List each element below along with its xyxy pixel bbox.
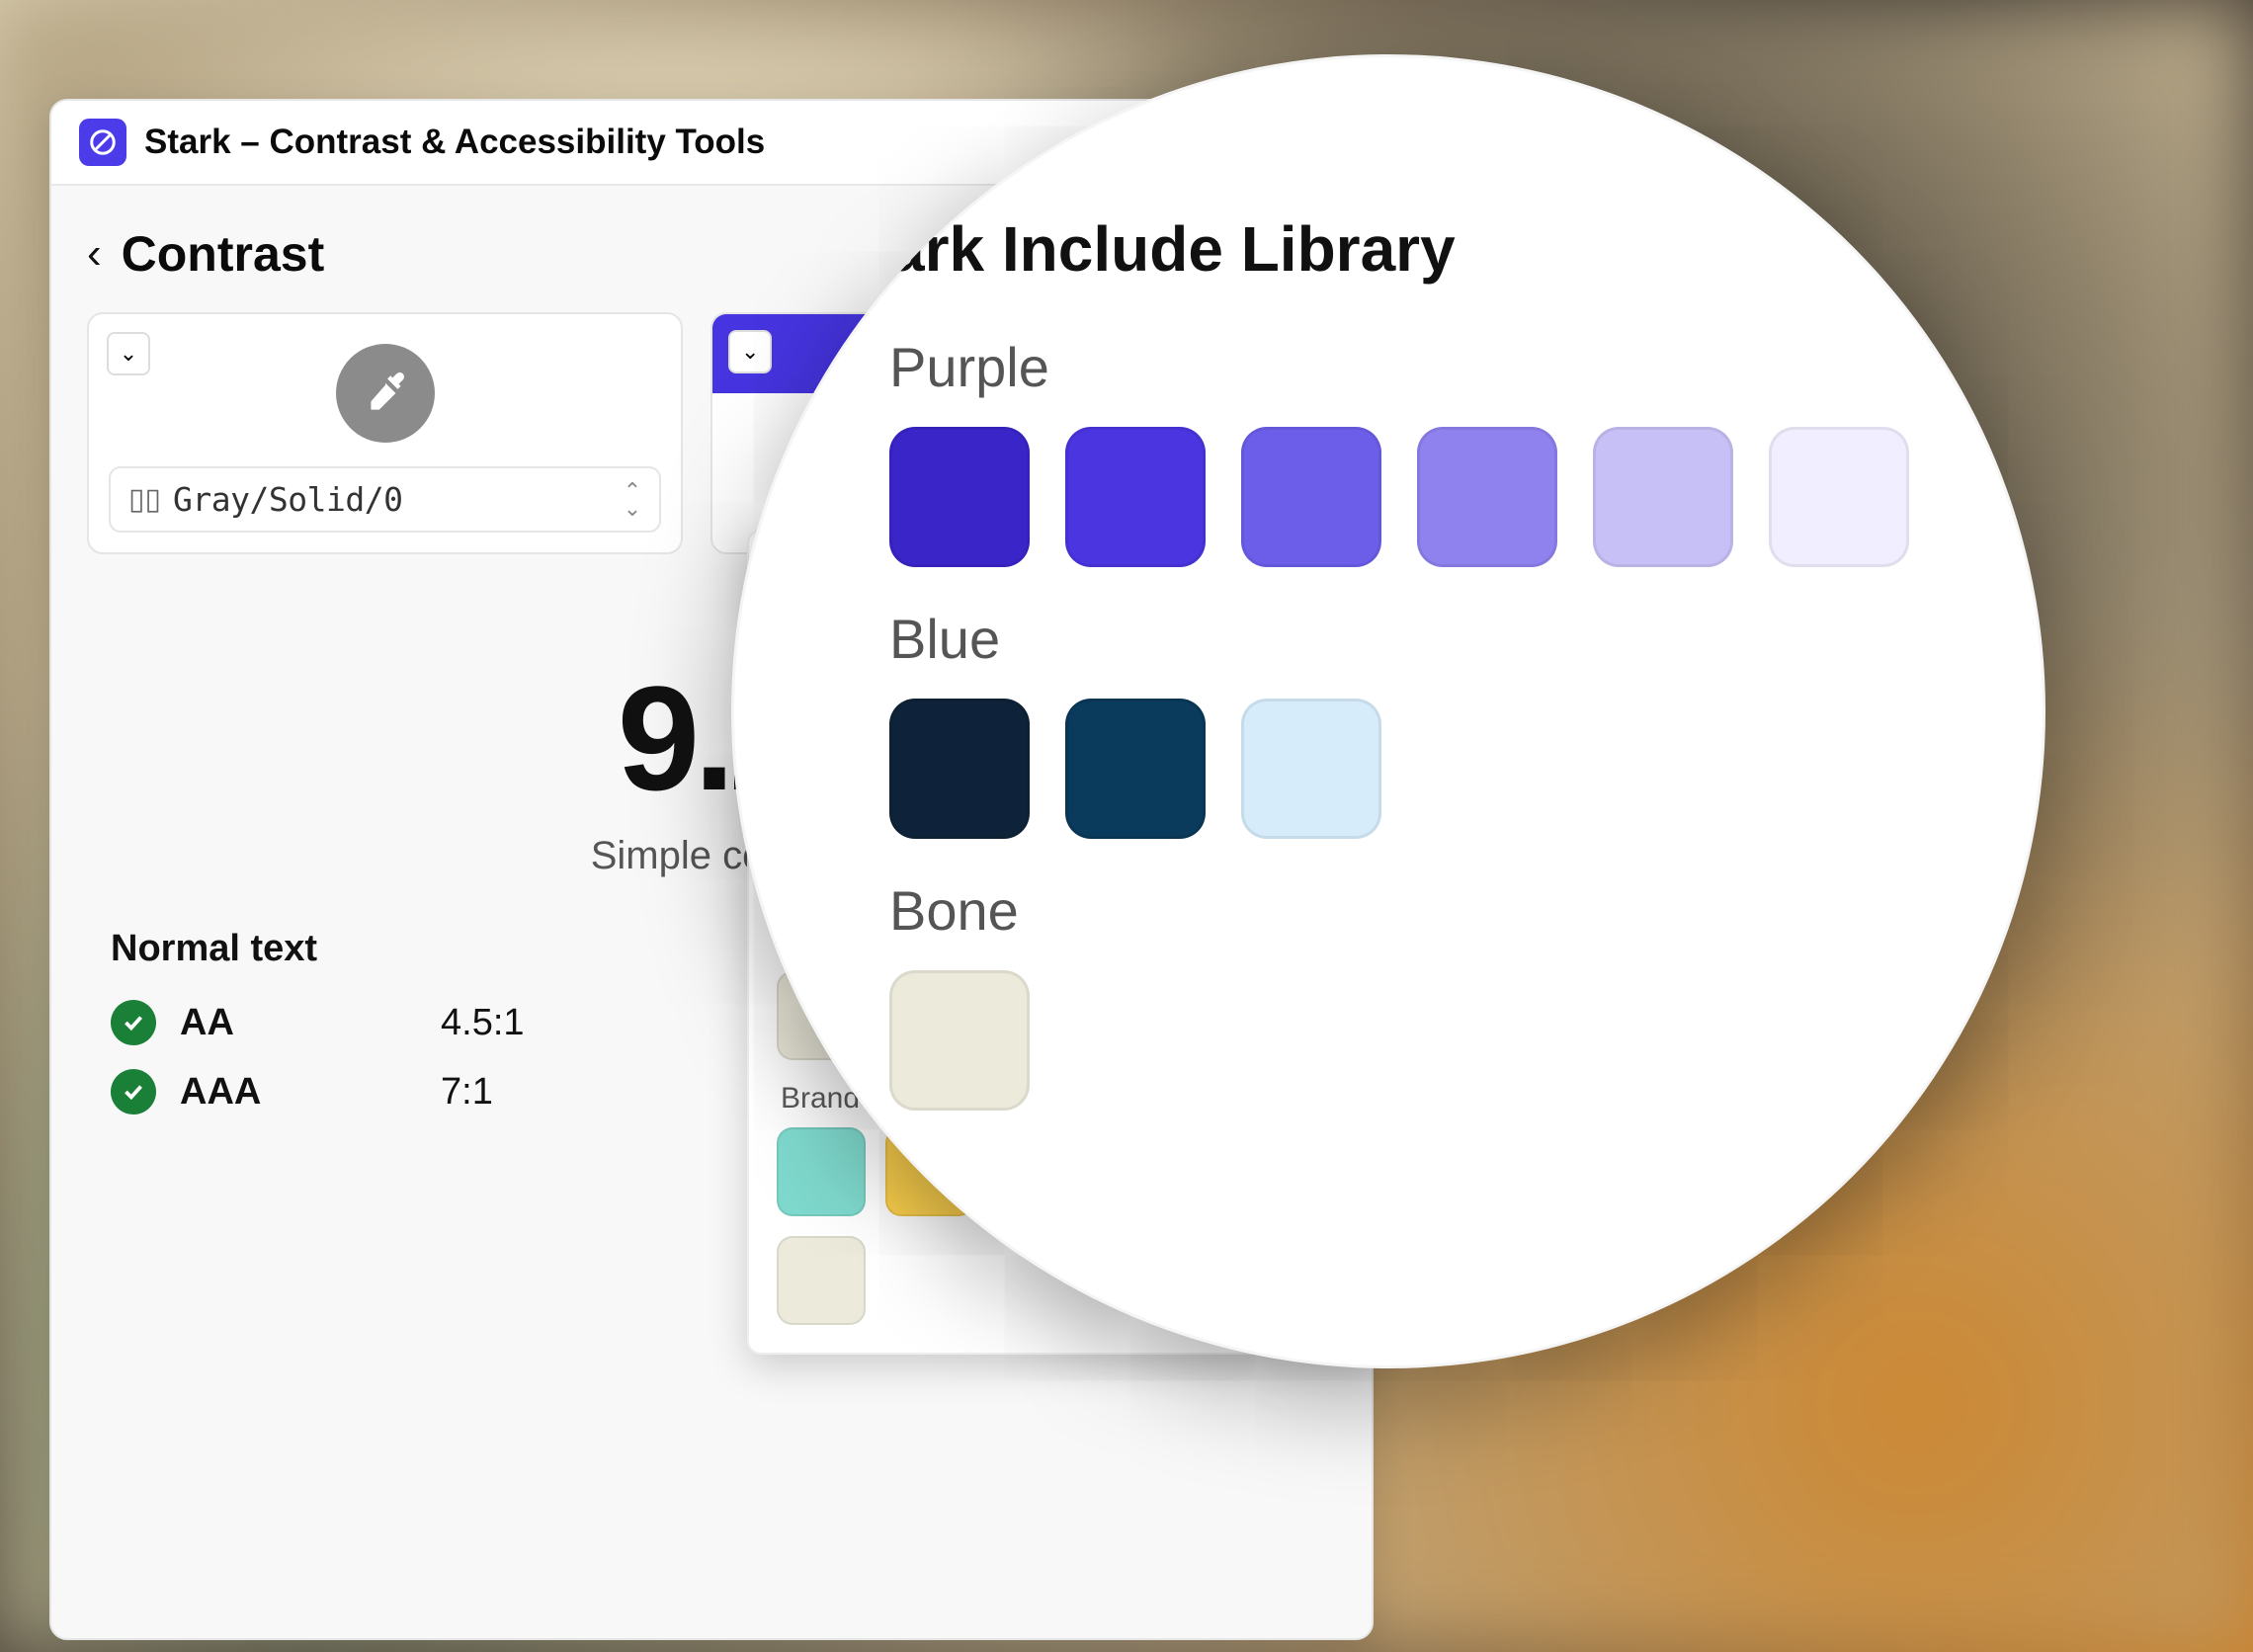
back-button[interactable]: ‹ bbox=[87, 232, 102, 276]
library-icon: ▯▯ bbox=[128, 482, 161, 517]
stark-app-icon bbox=[79, 119, 126, 166]
lens-library-title: ark Include Library bbox=[889, 212, 1947, 286]
swatch-options-button[interactable]: ⌄ bbox=[107, 332, 150, 375]
swatch-options-button[interactable]: ⌄ bbox=[728, 330, 772, 373]
magnifier-lens: ark Include Library Purple Blue Bone bbox=[731, 54, 2045, 1368]
color-swatch[interactable] bbox=[889, 970, 1030, 1111]
wcag-level: AAA bbox=[180, 1071, 298, 1114]
color-swatch[interactable] bbox=[889, 427, 1030, 567]
color-swatch[interactable] bbox=[1769, 427, 1909, 567]
pass-check-icon bbox=[111, 1069, 156, 1115]
color-style-select[interactable]: ▯▯ Gray/Solid/0 ⌃⌄ bbox=[109, 466, 661, 533]
style-name: Gray/Solid/0 bbox=[173, 480, 612, 519]
color-swatch[interactable] bbox=[1417, 427, 1557, 567]
color-swatch[interactable] bbox=[1593, 427, 1733, 567]
lens-palette-group-title: Purple bbox=[889, 335, 1947, 399]
lens-palette-group-title: Blue bbox=[889, 607, 1947, 671]
lens-palette-group-title: Bone bbox=[889, 878, 1947, 943]
color-swatch[interactable] bbox=[1241, 699, 1381, 839]
eyedropper-button[interactable] bbox=[336, 344, 435, 443]
color-swatch[interactable] bbox=[777, 1236, 866, 1325]
color-swatch[interactable] bbox=[777, 1127, 866, 1216]
wcag-ratio: 7:1 bbox=[441, 1071, 493, 1114]
color-swatch[interactable] bbox=[1065, 699, 1206, 839]
color-swatch[interactable] bbox=[1241, 427, 1381, 567]
color-swatch[interactable] bbox=[1065, 427, 1206, 567]
foreground-swatch-card: ⌄ ▯▯ Gray/Solid/0 ⌃⌄ bbox=[87, 312, 683, 554]
lens-palette-row bbox=[889, 427, 1947, 567]
lens-palette-row bbox=[889, 699, 1947, 839]
color-swatch[interactable] bbox=[889, 699, 1030, 839]
wcag-level: AA bbox=[180, 1002, 298, 1044]
page-title: Contrast bbox=[122, 225, 325, 283]
wcag-ratio: 4.5:1 bbox=[441, 1002, 525, 1044]
updown-icon: ⌃⌄ bbox=[624, 482, 641, 517]
lens-palette-row bbox=[889, 970, 1947, 1111]
pass-check-icon bbox=[111, 1000, 156, 1045]
